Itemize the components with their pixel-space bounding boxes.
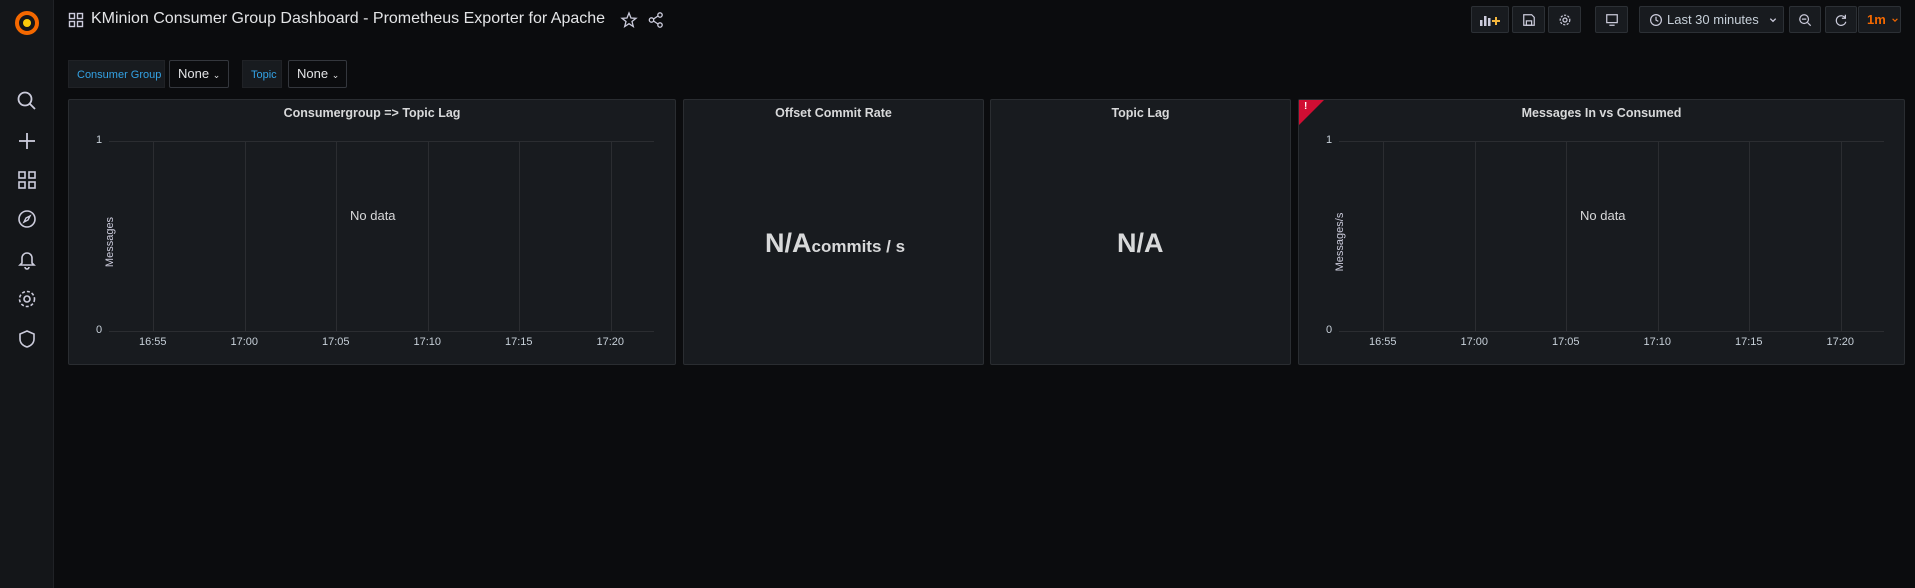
zoom-out-button[interactable] [1789,6,1821,33]
star-icon[interactable] [620,11,638,29]
refresh-button[interactable] [1825,6,1857,33]
x-tick-label: 17:05 [322,336,350,348]
panel-title[interactable]: Topic Lag [991,106,1290,120]
gear-icon[interactable] [16,288,38,310]
y-grid-line [1339,141,1884,142]
no-data-message: No data [350,208,396,223]
panel-title[interactable]: Offset Commit Rate [684,106,983,120]
y-tick-label: 1 [1326,134,1333,146]
tv-icon [1605,13,1618,26]
add-panel-button[interactable] [1471,6,1509,33]
x-grid-line [1749,141,1750,331]
refresh-interval-label: 1m [1867,12,1886,27]
dashboards-icon [68,12,84,28]
x-tick-label: 17:00 [1460,336,1489,348]
zoom-out-icon [1799,13,1812,26]
save-dashboard-button[interactable] [1512,6,1545,33]
x-tick-label: 17:05 [1552,336,1580,348]
dashboards-icon[interactable] [16,169,38,191]
explore-icon[interactable] [16,208,38,230]
x-grid-line [610,141,612,331]
refresh-icon [1835,14,1847,26]
variable-value: None [178,66,210,81]
y-tick-label: 0 [96,324,103,336]
plus-icon[interactable] [16,130,38,152]
x-tick-label: 16:55 [139,336,167,348]
x-tick-label: 17:10 [1643,336,1672,348]
y-tick-label: 1 [96,134,103,146]
refresh-interval-picker[interactable]: 1m [1858,6,1901,33]
x-grid-line [153,141,154,331]
time-range-picker[interactable]: Last 30 minutes [1639,6,1784,33]
x-grid-line [1383,141,1384,331]
y-grid-line [109,331,654,332]
dashboard-settings-button[interactable] [1548,6,1581,33]
x-grid-line [519,141,520,331]
x-tick-label: 16:55 [1369,336,1397,348]
variable-select-consumer-group[interactable]: None ⌄ [169,60,229,88]
x-grid-line [336,141,337,331]
x-grid-line [1566,141,1567,331]
dashboard-title[interactable]: KMinion Consumer Group Dashboard - Prome… [91,10,605,28]
panel-consumergroup-topic-lag[interactable]: Consumergroup => Topic Lag Messages No d… [68,99,676,365]
x-grid-line [1474,141,1476,331]
y-axis-label: Messages/s [1334,212,1346,272]
panel-title[interactable]: Messages In vs Consumed [1299,106,1904,120]
y-axis-label: Messages [104,216,116,268]
gear-icon [1559,14,1570,25]
x-grid-line [427,141,429,331]
variable-label-topic: Topic [242,60,282,88]
variable-select-topic[interactable]: None ⌄ [288,60,347,88]
shield-icon[interactable] [16,328,38,350]
x-tick-label: 17:00 [230,336,259,348]
dashboard-navbar: KMinion Consumer Group Dashboard - Prome… [53,0,1915,42]
search-icon[interactable] [16,90,38,112]
variable-value: None [297,66,329,81]
stat-unit: commits / s [811,237,906,256]
add-panel-icon [1480,15,1500,26]
x-tick-label: 17:15 [505,336,533,348]
x-grid-line [1657,141,1659,331]
y-grid-line [1339,331,1884,332]
stat-value: N/Acommits / s [765,228,905,259]
panel-topic-lag[interactable]: Topic Lag N/A [990,99,1291,365]
x-grid-line [1840,141,1842,331]
panel-offset-commit-rate[interactable]: Offset Commit Rate N/Acommits / s [683,99,984,365]
stat-number: N/A [765,228,812,258]
view-mode-button[interactable] [1595,6,1628,33]
stat-value: N/A [1117,228,1164,258]
grafana-logo[interactable] [13,8,41,36]
y-tick-label: 0 [1326,324,1333,336]
chevron-down-icon [1769,17,1777,22]
chevron-down-icon: ⌄ [331,70,340,80]
x-tick-label: 17:20 [1826,336,1855,348]
panel-messages-in-vs-consumed[interactable]: ! Messages In vs Consumed Messages/s No … [1298,99,1905,365]
chevron-down-icon [1892,17,1898,22]
variable-label-consumer-group: Consumer Group [68,60,165,88]
share-icon[interactable] [647,11,665,29]
x-tick-label: 17:15 [1735,336,1763,348]
time-range-label: Last 30 minutes [1667,12,1759,27]
clock-icon [1650,13,1662,26]
no-data-message: No data [1580,208,1626,223]
bell-icon[interactable] [16,248,38,270]
x-tick-label: 17:20 [596,336,625,348]
chevron-down-icon: ⌄ [212,70,221,80]
panel-title[interactable]: Consumergroup => Topic Lag [69,106,675,120]
x-grid-line [244,141,246,331]
x-tick-label: 17:10 [413,336,442,348]
save-icon [1522,13,1535,26]
y-grid-line [109,141,654,142]
sidebar [0,0,54,588]
